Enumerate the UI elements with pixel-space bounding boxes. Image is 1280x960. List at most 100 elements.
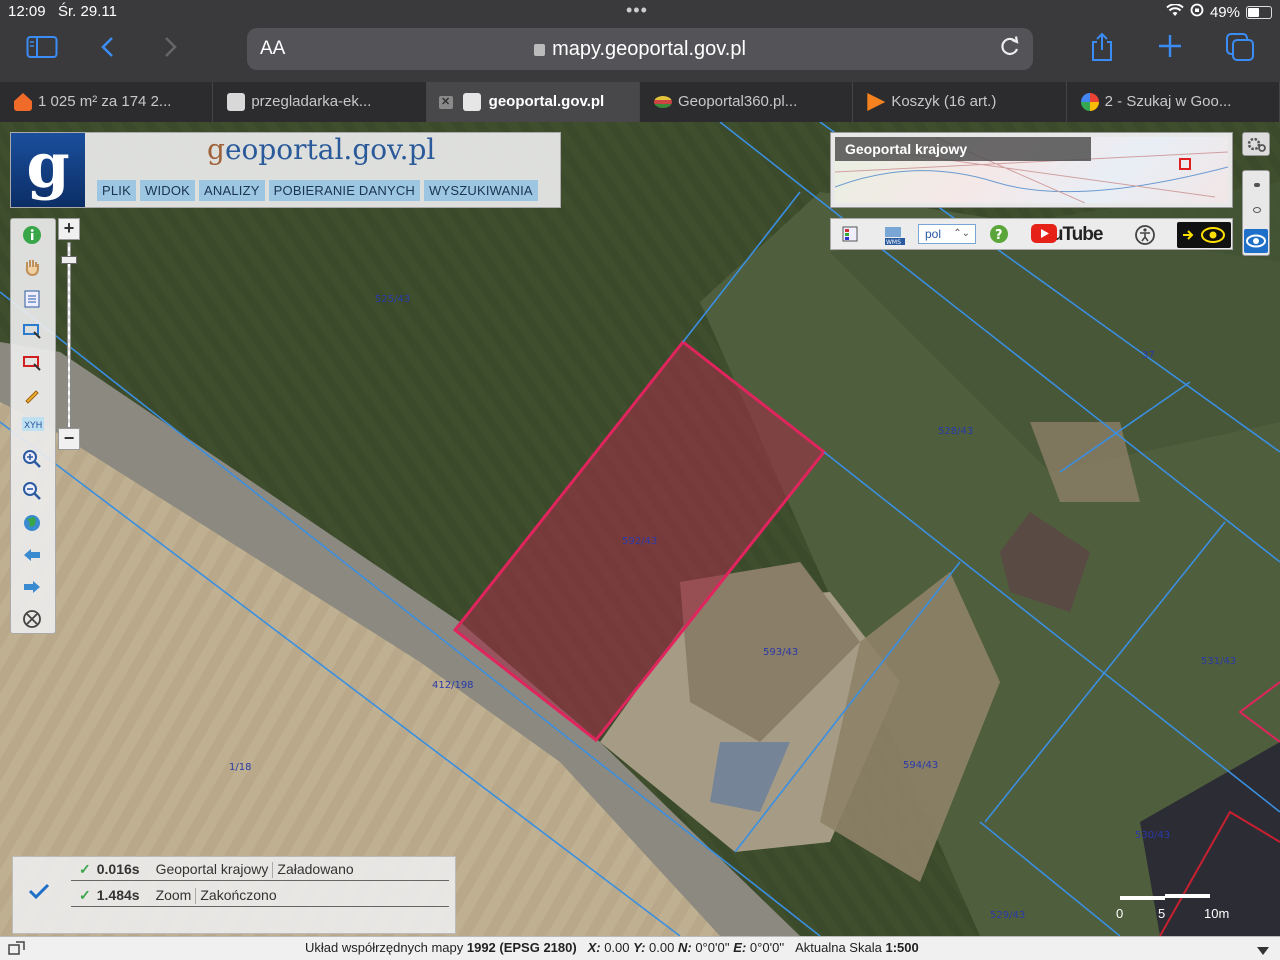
main-menu: PLIK WIDOK ANALIZY POBIERANIE DANYCH WYS… <box>97 180 538 201</box>
select-area-icon[interactable] <box>22 321 46 345</box>
next-view-icon[interactable] <box>22 577 46 601</box>
rotation-lock-icon <box>1190 3 1204 21</box>
zoom-in-icon[interactable] <box>22 449 46 473</box>
status-right: 49% <box>1166 2 1272 21</box>
share-icon[interactable] <box>1082 32 1122 68</box>
geoportal-favicon-icon <box>462 93 481 111</box>
dot-icon[interactable] <box>1254 183 1260 187</box>
status-bar: 12:09 Śr. 29.11 ••• 49% <box>0 0 1280 22</box>
parcel-label: 412/198 <box>432 680 474 691</box>
geoportal-logo[interactable]: g <box>11 133 85 207</box>
tab-geoportal360[interactable]: Geoportal360.pl... <box>640 82 854 122</box>
globe-icon[interactable] <box>22 513 46 537</box>
high-contrast-icon[interactable] <box>1177 222 1231 248</box>
menu-wyszukiwania[interactable]: WYSZUKIWANIA <box>424 180 538 201</box>
zoom-slider[interactable]: + − <box>58 218 80 450</box>
back-icon[interactable] <box>88 32 128 68</box>
svg-text:?: ? <box>995 228 1003 243</box>
close-tab-icon[interactable]: ✕ <box>438 96 453 109</box>
menu-plik[interactable]: PLIK <box>97 180 136 201</box>
parcel-label: 1/18 <box>229 762 251 773</box>
sidebar-icon[interactable] <box>22 32 62 68</box>
previous-view-icon[interactable] <box>22 545 46 569</box>
layers-icon <box>653 96 672 108</box>
url-text: mapy.geoportal.gov.pl <box>552 38 746 60</box>
parcel-label: 592/43 <box>622 536 657 547</box>
service-toolbar: WMS pol ⌃⌄ ? YouTube <box>830 218 1233 250</box>
tab-koszyk[interactable]: Koszyk (16 art.) <box>853 82 1067 122</box>
zoom-out-icon[interactable] <box>22 481 46 505</box>
tab-geoportal[interactable]: ✕ geoportal.gov.pl <box>426 82 640 122</box>
zoom-in-button[interactable]: + <box>58 218 80 240</box>
date: Śr. 29.11 <box>58 3 117 20</box>
parcel-label: 594/43 <box>903 760 938 771</box>
clear-map-icon[interactable] <box>22 609 46 633</box>
xyh-coordinates-icon[interactable]: XYH <box>22 417 46 441</box>
ok-icon: ✓ <box>79 861 91 877</box>
language-select[interactable]: pol ⌃⌄ <box>918 224 976 244</box>
pan-hand-icon[interactable] <box>22 257 46 281</box>
parcel-label: 37 <box>1142 350 1155 361</box>
emblem-icon <box>227 93 246 111</box>
scale-bar: 0 5 10m <box>1116 892 1236 922</box>
cart-brand-icon <box>867 93 886 111</box>
parcel-label: 530/43 <box>1135 830 1170 841</box>
ok-icon: ✓ <box>79 887 91 903</box>
tab-google[interactable]: 2 - Szukaj w Goo... <box>1067 82 1280 122</box>
menu-widok[interactable]: WIDOK <box>139 180 196 201</box>
multitask-dots-icon[interactable]: ••• <box>626 0 648 21</box>
forward-icon[interactable] <box>150 32 190 68</box>
info-icon[interactable] <box>22 225 46 249</box>
battery-icon <box>1246 5 1272 19</box>
pencil-icon[interactable] <box>22 385 46 409</box>
lock-icon <box>534 44 546 56</box>
overview-map[interactable]: Geoportal krajowy <box>830 132 1233 208</box>
eye-small-icon[interactable] <box>1253 207 1261 213</box>
settings-gear-icon[interactable] <box>1242 132 1270 156</box>
parcel-label: 528/43 <box>938 426 973 437</box>
parcel-label: 525/43 <box>375 294 410 305</box>
youtube-button[interactable]: YouTube <box>1031 224 1103 246</box>
reload-icon[interactable] <box>999 34 1021 64</box>
tool-palette: XYH <box>10 218 56 634</box>
svg-text:WMS: WMS <box>886 239 901 246</box>
svg-text:XYH: XYH <box>24 421 42 431</box>
status-row: ✓ 1.484s Zoom Zakończono <box>71 883 449 907</box>
menu-pobieranie-danych[interactable]: POBIERANIE DANYCH <box>268 180 421 201</box>
url-display[interactable]: mapy.geoportal.gov.pl <box>247 38 1033 61</box>
address-bar[interactable]: AA mapy.geoportal.gov.pl <box>247 28 1033 70</box>
wifi-icon <box>1166 2 1184 21</box>
map-canvas[interactable]: 525/43 37 528/43 592/43 593/43 412/198 5… <box>0 122 1280 936</box>
view-mode-panel <box>1242 170 1270 256</box>
tab-listing[interactable]: 1 025 m² za 174 2... <box>0 82 214 122</box>
site-title: geoportal.gov.pl <box>207 133 436 166</box>
menu-analizy[interactable]: ANALIZY <box>199 180 265 201</box>
tab-overview-icon[interactable] <box>1220 32 1260 68</box>
load-status-panel: ✓ 0.016s Geoportal krajowy Załadowano ✓ 1.48… <box>12 856 456 934</box>
overview-title: Geoportal krajowy <box>835 137 1091 161</box>
parcel-label: 593/43 <box>763 647 798 658</box>
parcel-label: 531/43 <box>1201 656 1236 667</box>
new-tab-icon[interactable] <box>1150 32 1190 68</box>
zoom-out-button[interactable]: − <box>58 428 80 450</box>
geoportal-header: g geoportal.gov.pl PLIK WIDOK ANALIZY PO… <box>10 132 561 208</box>
coordinate-bar: Układ współrzędnych mapy 1992 (EPSG 2180… <box>0 936 1280 960</box>
browser-toolbar: AA mapy.geoportal.gov.pl <box>0 22 1280 82</box>
eye-icon[interactable] <box>1244 229 1268 253</box>
house-icon <box>14 93 32 111</box>
collapse-icon[interactable] <box>1256 942 1270 960</box>
zoom-track[interactable] <box>67 242 71 428</box>
chevron-updown-icon: ⌃⌄ <box>953 228 970 239</box>
google-icon <box>1080 93 1099 111</box>
legend-icon[interactable] <box>22 289 46 313</box>
status-row: ✓ 0.016s Geoportal krajowy Załadowano <box>71 857 449 881</box>
resize-icon[interactable] <box>8 940 26 960</box>
select-object-icon[interactable] <box>22 353 46 377</box>
tab-przegladarka[interactable]: przegladarka-ek... <box>213 82 427 122</box>
tab-bar: 1 025 m² za 174 2... przegladarka-ek... … <box>0 82 1280 122</box>
battery-percent: 49% <box>1209 3 1240 21</box>
coordinate-readout: Układ współrzędnych mapy 1992 (EPSG 2180… <box>305 940 919 955</box>
ipad-screen: 12:09 Śr. 29.11 ••• 49% AA mapy.geoporta… <box>0 0 1280 960</box>
parcel-label: 529/43 <box>990 910 1025 921</box>
zoom-thumb[interactable] <box>61 256 77 264</box>
